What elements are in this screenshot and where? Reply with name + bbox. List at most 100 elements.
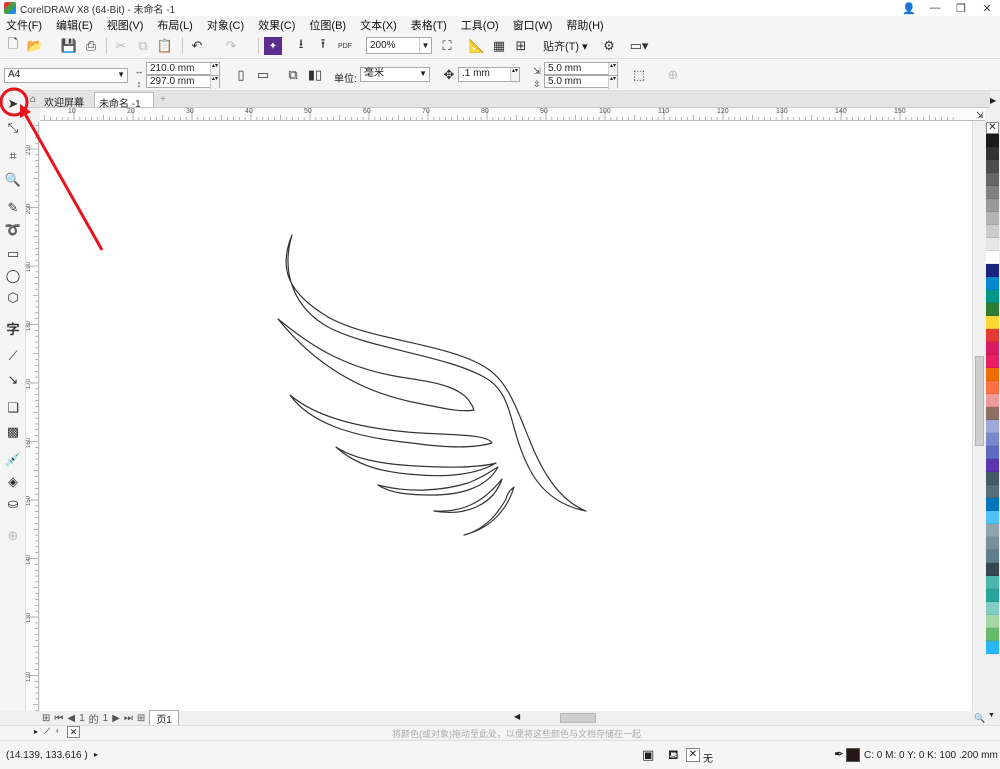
palette-swatch[interactable] bbox=[986, 641, 999, 654]
duplicate-y-input[interactable]: 5.0 mm ▴▾ bbox=[544, 75, 618, 89]
tab-document[interactable]: 未命名 -1 bbox=[94, 92, 154, 110]
palette-swatch[interactable] bbox=[986, 134, 999, 147]
scroll-left-icon[interactable]: ◀ bbox=[514, 712, 520, 721]
cut-icon[interactable]: ✂ bbox=[112, 37, 130, 55]
palette-swatch[interactable] bbox=[986, 459, 999, 472]
first-page-icon[interactable]: ⏮ bbox=[54, 713, 63, 724]
eyedropper-icon[interactable]: 💉 bbox=[4, 451, 22, 469]
horizontal-ruler[interactable]: 10 20 30 40 50 60 70 80 90 100 110 120 130 140 150 bbox=[40, 108, 985, 121]
palette-swatch[interactable] bbox=[986, 576, 999, 589]
palette-swatch[interactable] bbox=[986, 472, 999, 485]
drawing-canvas[interactable] bbox=[40, 121, 972, 711]
new-document-icon[interactable]: 🗋 bbox=[4, 36, 22, 55]
palette-swatch[interactable] bbox=[986, 537, 999, 550]
palette-swatch[interactable] bbox=[986, 160, 999, 173]
palette-swatch[interactable] bbox=[986, 381, 999, 394]
redo-icon[interactable]: ↷ bbox=[222, 37, 240, 55]
save-icon[interactable]: 💾 bbox=[60, 37, 78, 55]
page-height-input[interactable]: 297.0 mm ▴▾ bbox=[146, 75, 220, 89]
palette-swatch[interactable] bbox=[986, 563, 999, 576]
duplicate-x-input[interactable]: 5.0 mm ▴▾ bbox=[544, 62, 618, 76]
menu-effects[interactable]: 效果(C) bbox=[258, 17, 295, 33]
palette-swatch[interactable] bbox=[986, 433, 999, 446]
eyedropper-small-icon[interactable]: ⟋ bbox=[44, 726, 50, 737]
connector-tool-icon[interactable]: ↘ bbox=[4, 371, 22, 389]
close-button[interactable]: ✕ bbox=[974, 0, 1000, 16]
add-page-before-icon[interactable]: ⊞ bbox=[42, 713, 50, 724]
palette-swatch[interactable] bbox=[986, 498, 999, 511]
palette-swatch[interactable] bbox=[986, 342, 999, 355]
palette-swatch[interactable] bbox=[986, 485, 999, 498]
units-select[interactable]: 毫米 ▼ bbox=[360, 67, 430, 82]
copy-icon[interactable]: ⧉ bbox=[134, 37, 152, 55]
page-tab-1[interactable]: 页1 bbox=[149, 709, 179, 727]
palette-menu-icon[interactable]: ▸ bbox=[34, 727, 38, 736]
snap-to-dropdown[interactable]: 贴齐(T) ▾ bbox=[543, 38, 588, 54]
fill-none-swatch[interactable]: ✕ bbox=[686, 748, 700, 762]
options-gear-icon[interactable]: ⚙ bbox=[600, 37, 618, 55]
palette-swatch[interactable] bbox=[986, 368, 999, 381]
zoom-level-select[interactable]: 200% ▼ bbox=[366, 37, 432, 54]
import-icon[interactable]: ⭳ bbox=[292, 36, 310, 55]
show-guidelines-icon[interactable]: ⊞ bbox=[512, 37, 530, 55]
home-icon[interactable]: ⌂ bbox=[26, 92, 40, 107]
ellipse-tool-icon[interactable]: ◯ bbox=[4, 267, 22, 285]
palette-swatch[interactable] bbox=[986, 602, 999, 615]
add-tool-icon[interactable]: ⊕ bbox=[4, 527, 22, 545]
zoom-navigator-icon[interactable]: 🔍 bbox=[974, 713, 985, 724]
menu-object[interactable]: 对象(C) bbox=[207, 17, 244, 33]
horizontal-scroll-thumb[interactable] bbox=[560, 713, 596, 723]
application-launcher-icon[interactable]: ▭▾ bbox=[630, 37, 649, 55]
print-icon[interactable]: ⎙ bbox=[82, 37, 100, 55]
pin-icon[interactable]: ⇲ bbox=[976, 110, 984, 121]
menu-text[interactable]: 文本(X) bbox=[360, 17, 397, 33]
publish-pdf-icon[interactable]: PDF bbox=[336, 37, 354, 55]
menu-file[interactable]: 文件(F) bbox=[6, 17, 42, 33]
menu-help[interactable]: 帮助(H) bbox=[566, 17, 603, 33]
freehand-tool-icon[interactable]: ✎ bbox=[4, 199, 22, 217]
open-folder-icon[interactable]: 📂 bbox=[26, 37, 44, 55]
page-size-select[interactable]: A4 ▼ bbox=[4, 68, 128, 83]
page-bleed-icon[interactable]: ⬚ bbox=[630, 66, 648, 84]
restore-button[interactable]: ❐ bbox=[948, 0, 974, 16]
palette-swatch[interactable] bbox=[986, 186, 999, 199]
zoom-tool-icon[interactable]: 🔍 bbox=[4, 171, 22, 189]
palette-swatch[interactable] bbox=[986, 355, 999, 368]
parallel-dimension-icon[interactable]: ⟋ bbox=[4, 347, 22, 365]
palette-swatch[interactable] bbox=[986, 212, 999, 225]
color-palette[interactable] bbox=[986, 134, 999, 711]
menu-tools[interactable]: 工具(O) bbox=[461, 17, 499, 33]
no-color-swatch[interactable]: ✕ bbox=[986, 122, 999, 134]
menu-view[interactable]: 视图(V) bbox=[107, 17, 144, 33]
export-icon[interactable]: ⭱ bbox=[314, 36, 332, 55]
palette-swatch[interactable] bbox=[986, 394, 999, 407]
palette-swatch[interactable] bbox=[986, 589, 999, 602]
color-proofing-icon[interactable]: ▣ bbox=[642, 747, 654, 763]
drop-shadow-icon[interactable]: ❏ bbox=[4, 399, 22, 417]
text-tool-icon[interactable]: 字 bbox=[4, 319, 22, 337]
show-rulers-icon[interactable]: 📐 bbox=[468, 37, 486, 55]
doc-no-color-swatch[interactable]: ✕ bbox=[67, 726, 80, 738]
chevron-right-icon[interactable]: ▶ bbox=[990, 96, 996, 105]
full-screen-icon[interactable]: ⛶ bbox=[438, 37, 456, 55]
minimize-button[interactable]: — bbox=[922, 0, 948, 16]
menu-window[interactable]: 窗口(W) bbox=[513, 17, 553, 33]
last-page-icon[interactable]: ⏭ bbox=[124, 713, 133, 724]
add-icon[interactable]: ⊕ bbox=[664, 66, 682, 84]
next-page-icon[interactable]: ▶ bbox=[112, 713, 120, 724]
horizontal-scrollbar[interactable]: ◀ bbox=[512, 711, 972, 725]
outline-color-swatch[interactable] bbox=[846, 748, 860, 762]
palette-swatch[interactable] bbox=[986, 264, 999, 277]
page-width-input[interactable]: 210.0 mm ▴▾ bbox=[146, 62, 220, 76]
pick-tool-icon[interactable]: ➤ bbox=[4, 95, 22, 113]
palette-swatch[interactable] bbox=[986, 420, 999, 433]
palette-swatch[interactable] bbox=[986, 628, 999, 641]
palette-swatch[interactable] bbox=[986, 225, 999, 238]
smart-fill-icon[interactable]: ⛀ bbox=[4, 495, 22, 513]
palette-swatch[interactable] bbox=[986, 290, 999, 303]
wing-drawing[interactable] bbox=[40, 121, 972, 711]
palette-scroll-down-icon[interactable]: ▼ bbox=[988, 712, 995, 719]
vertical-scroll-thumb[interactable] bbox=[975, 356, 984, 446]
show-grid-icon[interactable]: ▦ bbox=[490, 37, 508, 55]
tab-welcome-screen[interactable]: 欢迎屏幕 bbox=[40, 92, 88, 109]
